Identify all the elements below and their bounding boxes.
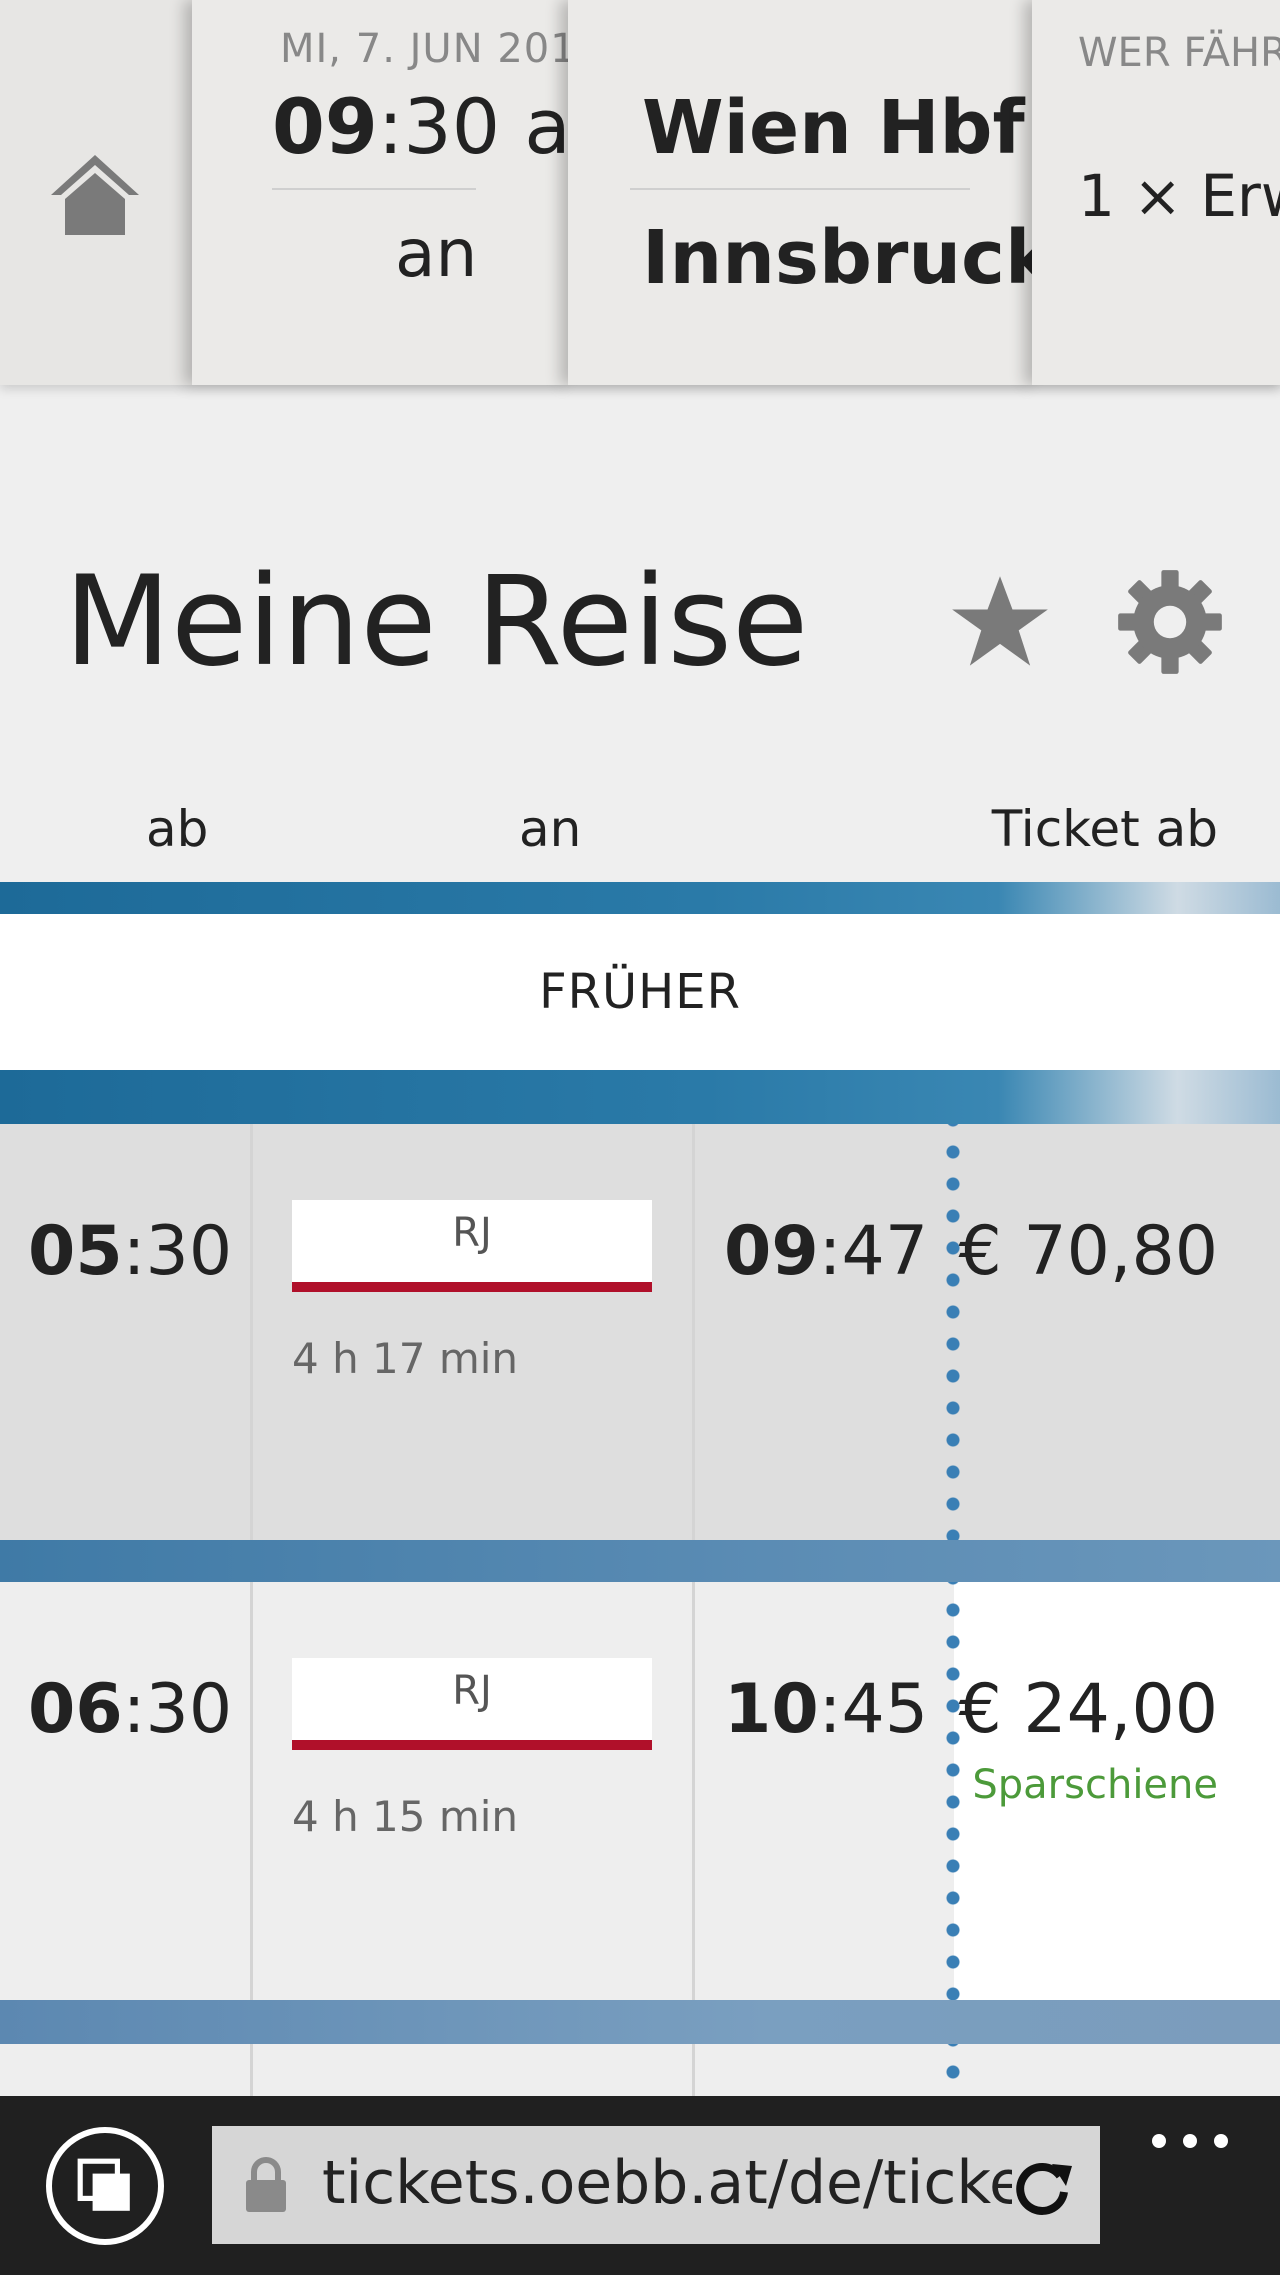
divider [272, 188, 476, 190]
background-band [0, 1070, 1280, 1124]
arrival-cell: 09:47 [694, 1124, 954, 1540]
lock-icon [246, 2157, 286, 2212]
dotted-separator [946, 2044, 960, 2096]
train-type-badge: RJ [292, 1658, 652, 1750]
divider [630, 188, 970, 190]
passengers-card[interactable]: WER FÄHR 1 × Erw [1032, 0, 1280, 385]
ticket-price: € 70,80 [958, 1212, 1218, 1291]
column-divider [692, 2044, 695, 2096]
search-summary-bar: MI, 7. JUN 201 09:30 ab an Wien Hbf ( In… [0, 0, 1280, 385]
home-button[interactable] [0, 0, 190, 385]
fare-type-label: Sparschiene [972, 1762, 1218, 1808]
tabs-button[interactable] [46, 2127, 164, 2245]
from-station: Wien Hbf ( [642, 85, 1038, 171]
star-icon [952, 576, 1048, 666]
dotted-separator [946, 1582, 960, 2000]
arrival-time: 10:45 [724, 1670, 929, 1749]
train-type-badge: RJ [292, 1200, 652, 1292]
column-divider [250, 2044, 253, 2096]
price-cell[interactable]: € 70,80 [954, 1124, 1280, 1540]
travel-date: MI, 7. JUN 201 [280, 26, 572, 72]
arrival-label: an [395, 215, 478, 292]
departure-time: 06:30 [28, 1670, 233, 1749]
departure-cell: 06:30 [0, 1582, 250, 2000]
train-cell: RJ 4 h 17 min [252, 1124, 692, 1540]
settings-button[interactable] [1116, 568, 1224, 676]
reload-icon[interactable] [1012, 2156, 1074, 2218]
column-header-ticket: Ticket ab [991, 800, 1218, 858]
home-icon [51, 154, 139, 235]
more-icon [1152, 2134, 1166, 2148]
travel-duration: 4 h 15 min [292, 1792, 519, 1841]
passengers-label: WER FÄHR [1078, 30, 1280, 76]
route-card[interactable]: Wien Hbf ( Innsbruck H [568, 0, 1038, 385]
column-header-departure: ab [146, 800, 209, 858]
price-cell[interactable]: € 24,00 Sparschiene [954, 1582, 1280, 2000]
arrival-time: 09:47 [724, 1212, 929, 1291]
connection-row[interactable]: 05:30 RJ 4 h 17 min 09:47 € 70,80 [0, 1124, 1280, 1540]
gear-icon [1118, 570, 1222, 674]
url-field[interactable]: tickets.oebb.at/de/ticket/ [212, 2126, 1100, 2244]
arrival-cell: 10:45 [694, 1582, 954, 2000]
browser-address-bar: tickets.oebb.at/de/ticket/ [0, 2096, 1280, 2275]
tabs-icon [77, 2158, 130, 2211]
more-options-button[interactable] [1152, 2126, 1228, 2156]
date-time-card[interactable]: MI, 7. JUN 201 09:30 ab an [192, 0, 572, 385]
background-band [0, 882, 1280, 914]
url-text: tickets.oebb.at/de/ticket/ [322, 2148, 1012, 2218]
background-band [0, 1540, 1280, 1582]
connection-row[interactable]: 06:30 RJ 4 h 15 min 10:45 € 24,00 Sparsc… [0, 1582, 1280, 2000]
column-header-arrival: an [519, 800, 582, 858]
passengers-value: 1 × Erw [1078, 162, 1280, 230]
departure-time: 09:30 ab [272, 82, 572, 171]
earlier-connections-button[interactable]: FRÜHER [0, 914, 1280, 1070]
ticket-price: € 24,00 [958, 1670, 1218, 1749]
favorite-button[interactable] [948, 570, 1052, 674]
dotted-separator [946, 1124, 960, 1540]
departure-cell: 05:30 [0, 1124, 250, 1540]
page-title: Meine Reise [64, 550, 809, 694]
connection-row[interactable] [0, 2044, 1280, 2096]
to-station: Innsbruck H [642, 215, 1038, 301]
departure-time: 05:30 [28, 1212, 233, 1291]
travel-duration: 4 h 17 min [292, 1334, 519, 1383]
background-band [0, 2000, 1280, 2044]
train-cell: RJ 4 h 15 min [252, 1582, 692, 2000]
